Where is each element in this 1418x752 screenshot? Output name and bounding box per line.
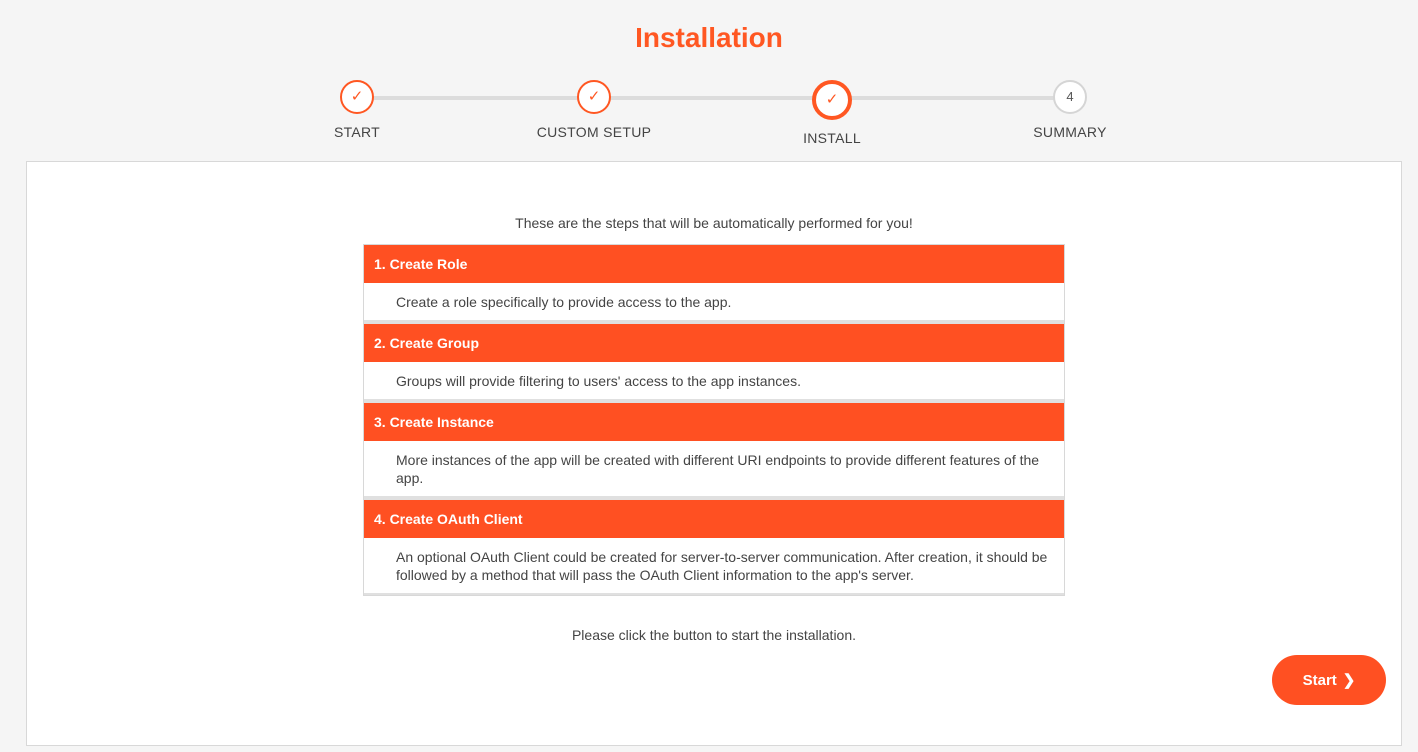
item-description: Groups will provide filtering to users' … (396, 373, 801, 389)
check-icon: ✓ (577, 80, 611, 114)
check-icon: ✓ (340, 80, 374, 114)
page-title: Installation (635, 22, 783, 53)
item-description: An optional OAuth Client could be create… (396, 549, 1048, 583)
start-button-label: Start (1302, 671, 1337, 689)
list-item: 3. Create Instance More instances of the… (364, 403, 1064, 500)
item-description: More instances of the app will be create… (396, 452, 1040, 486)
step-label: INSTALL (803, 130, 861, 146)
list-item: 4. Create OAuth Client An optional OAuth… (364, 500, 1064, 595)
step-label: START (333, 124, 381, 140)
step-number: 4 (1053, 80, 1087, 114)
item-title: 2. Create Group (364, 324, 1064, 362)
item-title: 4. Create OAuth Client (364, 500, 1064, 538)
start-button[interactable]: Start ❯ (1272, 655, 1386, 705)
check-icon: ✓ (812, 80, 852, 120)
item-description: Create a role specifically to provide ac… (396, 294, 732, 310)
step-summary[interactable]: 4 SUMMARY (970, 80, 1170, 140)
item-title: 3. Create Instance (364, 403, 1064, 441)
step-label: CUSTOM SETUP (536, 124, 652, 140)
step-custom-setup[interactable]: ✓ CUSTOM SETUP (494, 80, 694, 140)
step-install[interactable]: ✓ INSTALL (732, 80, 932, 146)
step-label: SUMMARY (1033, 124, 1107, 140)
list-item: 1. Create Role Create a role specificall… (364, 245, 1064, 324)
outro-text: Please click the button to start the ins… (571, 627, 857, 643)
step-start[interactable]: ✓ START (257, 80, 457, 140)
chevron-right-icon: ❯ (1342, 671, 1356, 689)
intro-text: These are the steps that will be automat… (515, 215, 913, 231)
steps-list: 1. Create Role Create a role specificall… (363, 244, 1065, 596)
install-panel: These are the steps that will be automat… (26, 161, 1402, 746)
item-title: 1. Create Role (364, 245, 1064, 283)
list-item: 2. Create Group Groups will provide filt… (364, 324, 1064, 403)
